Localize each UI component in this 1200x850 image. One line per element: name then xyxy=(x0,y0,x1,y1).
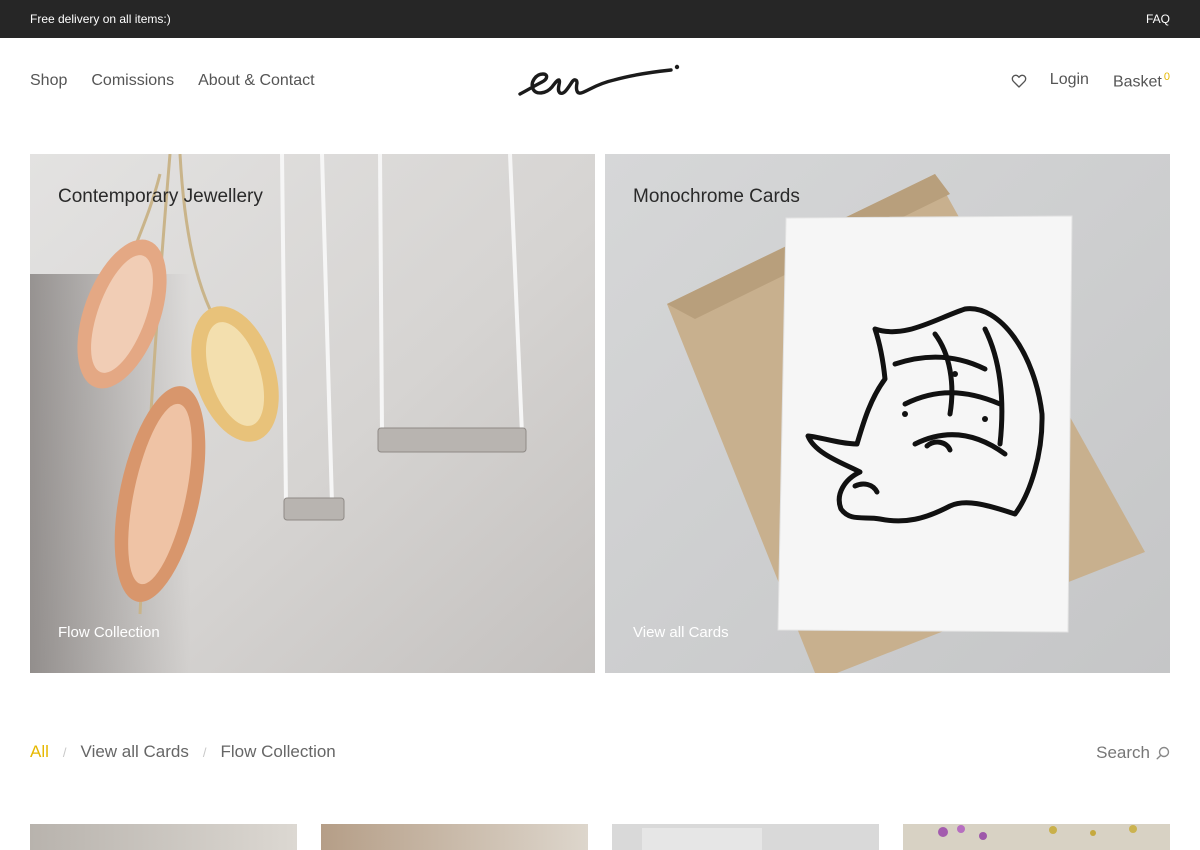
filter-flow-collection[interactable]: Flow Collection xyxy=(221,742,336,762)
basket-link[interactable]: Basket 0 xyxy=(1113,71,1170,91)
basket-count-badge: 0 xyxy=(1163,71,1170,83)
product-filter-bar: All / View all Cards / Flow Collection xyxy=(30,742,336,762)
tile-title-jewellery: Contemporary Jewellery xyxy=(58,186,263,207)
product-thumbnail[interactable] xyxy=(321,824,588,850)
main-nav: Shop Comissions About & Contact xyxy=(30,72,315,90)
faq-link[interactable]: FAQ xyxy=(1146,12,1170,26)
product-thumbnail[interactable] xyxy=(612,824,879,850)
filter-separator: / xyxy=(202,744,207,760)
rhino-card-photo xyxy=(605,154,1170,673)
view-all-cards-link[interactable]: View all Cards xyxy=(633,624,729,641)
search-toggle[interactable]: Search xyxy=(1096,743,1170,763)
heart-icon[interactable] xyxy=(1010,72,1028,90)
login-link[interactable]: Login xyxy=(1050,71,1089,89)
filter-separator: / xyxy=(62,744,67,760)
nav-comissions-link[interactable]: Comissions xyxy=(91,72,174,90)
category-tile-cards[interactable]: Monochrome Cards View all Cards xyxy=(605,154,1170,673)
search-icon xyxy=(1156,746,1170,760)
product-thumbnail[interactable] xyxy=(903,824,1170,850)
flow-collection-link[interactable]: Flow Collection xyxy=(58,624,160,641)
account-nav: Login Basket 0 xyxy=(1010,71,1170,91)
nav-shop-link[interactable]: Shop xyxy=(30,72,67,90)
tile-title-cards: Monochrome Cards xyxy=(633,186,800,207)
nav-about-contact-link[interactable]: About & Contact xyxy=(198,72,315,90)
product-thumbnail[interactable] xyxy=(30,824,297,850)
basket-label: Basket xyxy=(1112,73,1162,91)
promo-bar: Free delivery on all items:) FAQ xyxy=(0,0,1200,38)
promo-text: Free delivery on all items:) xyxy=(30,12,171,26)
signature-logo-icon[interactable] xyxy=(516,60,684,106)
filter-all[interactable]: All xyxy=(30,742,49,762)
site-header: Shop Comissions About & Contact Login Ba… xyxy=(0,38,1200,122)
jewellery-photo xyxy=(30,154,595,673)
category-tile-jewellery[interactable]: Contemporary Jewellery Flow Collection xyxy=(30,154,595,673)
filter-view-all-cards[interactable]: View all Cards xyxy=(81,742,189,762)
search-label: Search xyxy=(1096,743,1150,762)
